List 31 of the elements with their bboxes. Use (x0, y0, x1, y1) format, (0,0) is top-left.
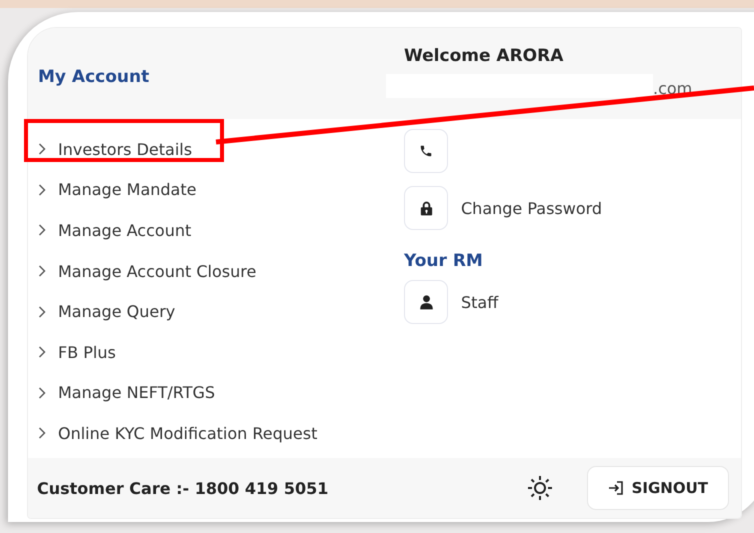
chevron-right-icon (38, 184, 46, 196)
theme-toggle-sun-icon[interactable] (526, 475, 553, 501)
chevron-right-icon (38, 224, 46, 236)
chevron-right-icon (38, 346, 46, 358)
chevron-right-icon (38, 427, 46, 440)
chevron-right-icon (38, 265, 46, 278)
chevron-right-icon (38, 386, 46, 399)
menu-item[interactable]: Investors Details (38, 140, 192, 159)
link-text[interactable]: Staff (461, 292, 498, 312)
section-title: Your RM (404, 251, 484, 271)
chevron-right-icon (38, 306, 46, 318)
icon-tile[interactable] (404, 186, 448, 230)
phone-icon (419, 144, 433, 158)
welcome-text: Welcome ARORA (404, 46, 564, 66)
menu-item[interactable]: Manage NEFT/RTGS (38, 383, 216, 402)
menu-item[interactable]: FB Plus (38, 342, 116, 362)
icon-tile[interactable] (404, 129, 448, 173)
section-title: My Account (37, 66, 150, 86)
menu-item[interactable]: Manage Query (38, 302, 176, 322)
signout-button[interactable]: SIGNOUT (586, 466, 729, 510)
menu-item[interactable]: Manage Account Closure (38, 262, 256, 281)
chevron-right-icon (38, 143, 46, 156)
person-icon (420, 294, 432, 310)
menu-item[interactable]: Online KYC Modification Request (38, 424, 318, 443)
customer-care-text: Customer Care :- 1800 419 5051 (37, 478, 330, 498)
sign-in-arrow-icon (608, 480, 624, 496)
menu-item[interactable]: Manage Account (38, 220, 192, 240)
link-text[interactable]: Change Password (461, 198, 602, 218)
menu-item[interactable]: Manage Mandate (38, 180, 196, 200)
icon-tile[interactable] (404, 280, 448, 324)
lock-icon (420, 200, 432, 216)
